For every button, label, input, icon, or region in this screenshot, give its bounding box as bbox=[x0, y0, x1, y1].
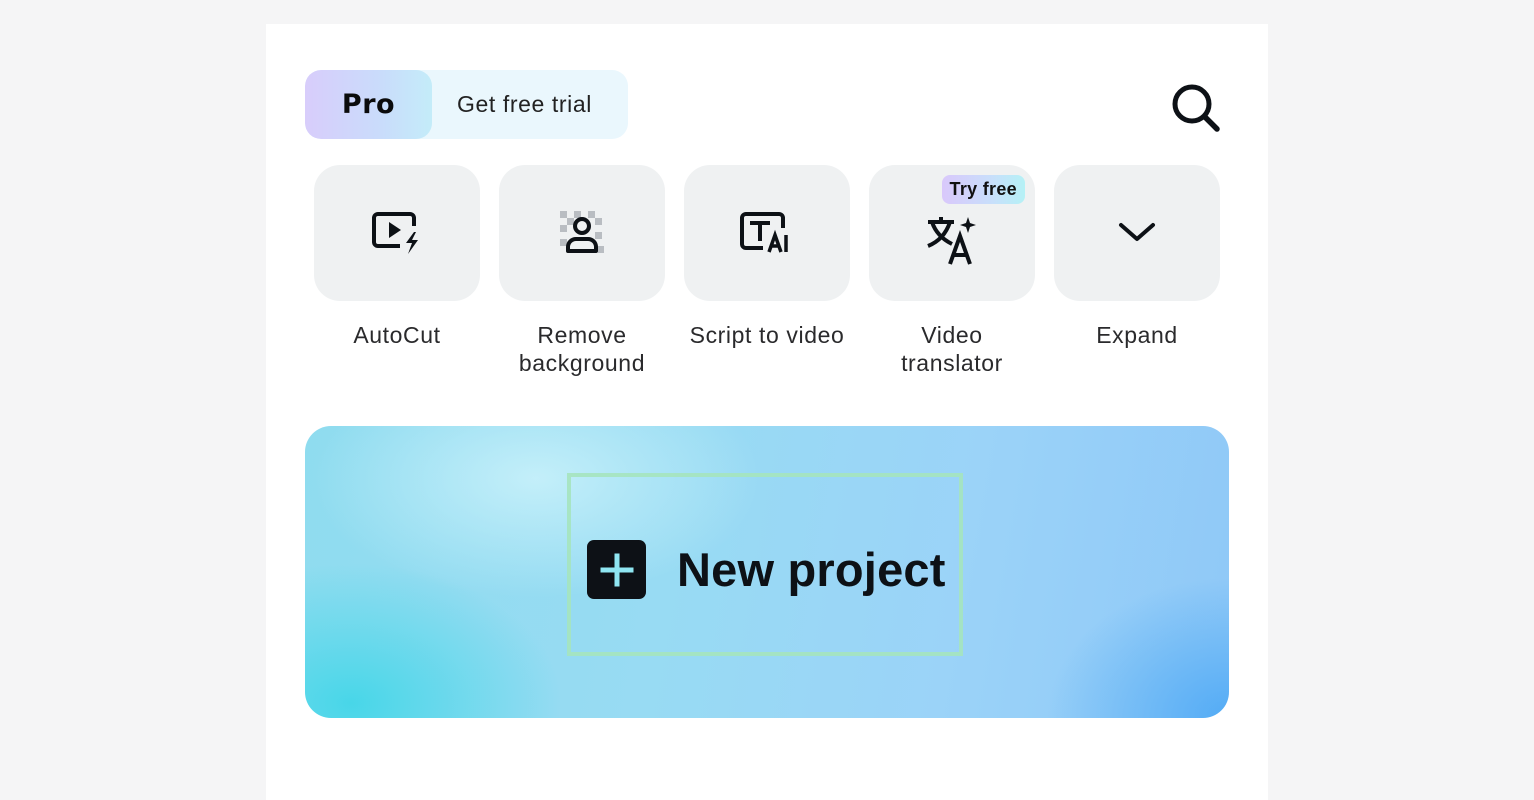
tool-tile bbox=[499, 165, 665, 301]
new-project-card[interactable]: New project bbox=[305, 426, 1229, 718]
tool-label: Expand bbox=[1096, 322, 1178, 348]
pro-label: Pro bbox=[341, 89, 396, 120]
new-project-label: New project bbox=[677, 543, 946, 596]
tool-label: Remove background bbox=[518, 322, 646, 376]
tool-script-to-video[interactable]: Script to video bbox=[684, 165, 850, 349]
tool-autocut[interactable]: AutoCut bbox=[314, 165, 480, 349]
script-to-video-icon bbox=[740, 212, 788, 253]
home-panel: Pro Get free trial AutoCut Remove backgr… bbox=[266, 24, 1268, 800]
tool-label: Video translator bbox=[901, 322, 1003, 376]
search-icon bbox=[1172, 84, 1220, 132]
tool-label: AutoCut bbox=[353, 322, 441, 348]
plus-icon bbox=[600, 553, 633, 586]
tool-label: Script to video bbox=[689, 322, 845, 348]
tool-expand[interactable]: Expand bbox=[1054, 165, 1220, 349]
pro-trial-banner[interactable]: Pro Get free trial bbox=[305, 70, 628, 139]
tool-tile bbox=[684, 165, 850, 301]
search-button[interactable] bbox=[1166, 78, 1226, 138]
try-free-badge: Try free bbox=[941, 175, 1025, 204]
tool-tile bbox=[1054, 165, 1220, 301]
remove-background-icon bbox=[560, 211, 604, 253]
tool-tile: Try free bbox=[869, 165, 1035, 301]
get-free-trial-label: Get free trial bbox=[457, 91, 592, 117]
translate-icon bbox=[927, 217, 976, 265]
tool-video-translator[interactable]: Try free Video translator bbox=[869, 165, 1035, 377]
chevron-down-icon bbox=[1119, 223, 1155, 241]
pro-badge: Pro bbox=[305, 70, 432, 139]
tool-tile bbox=[314, 165, 480, 301]
tool-remove-background[interactable]: Remove background bbox=[499, 165, 665, 377]
autocut-icon bbox=[372, 212, 418, 254]
new-project-button-icon bbox=[587, 540, 646, 599]
